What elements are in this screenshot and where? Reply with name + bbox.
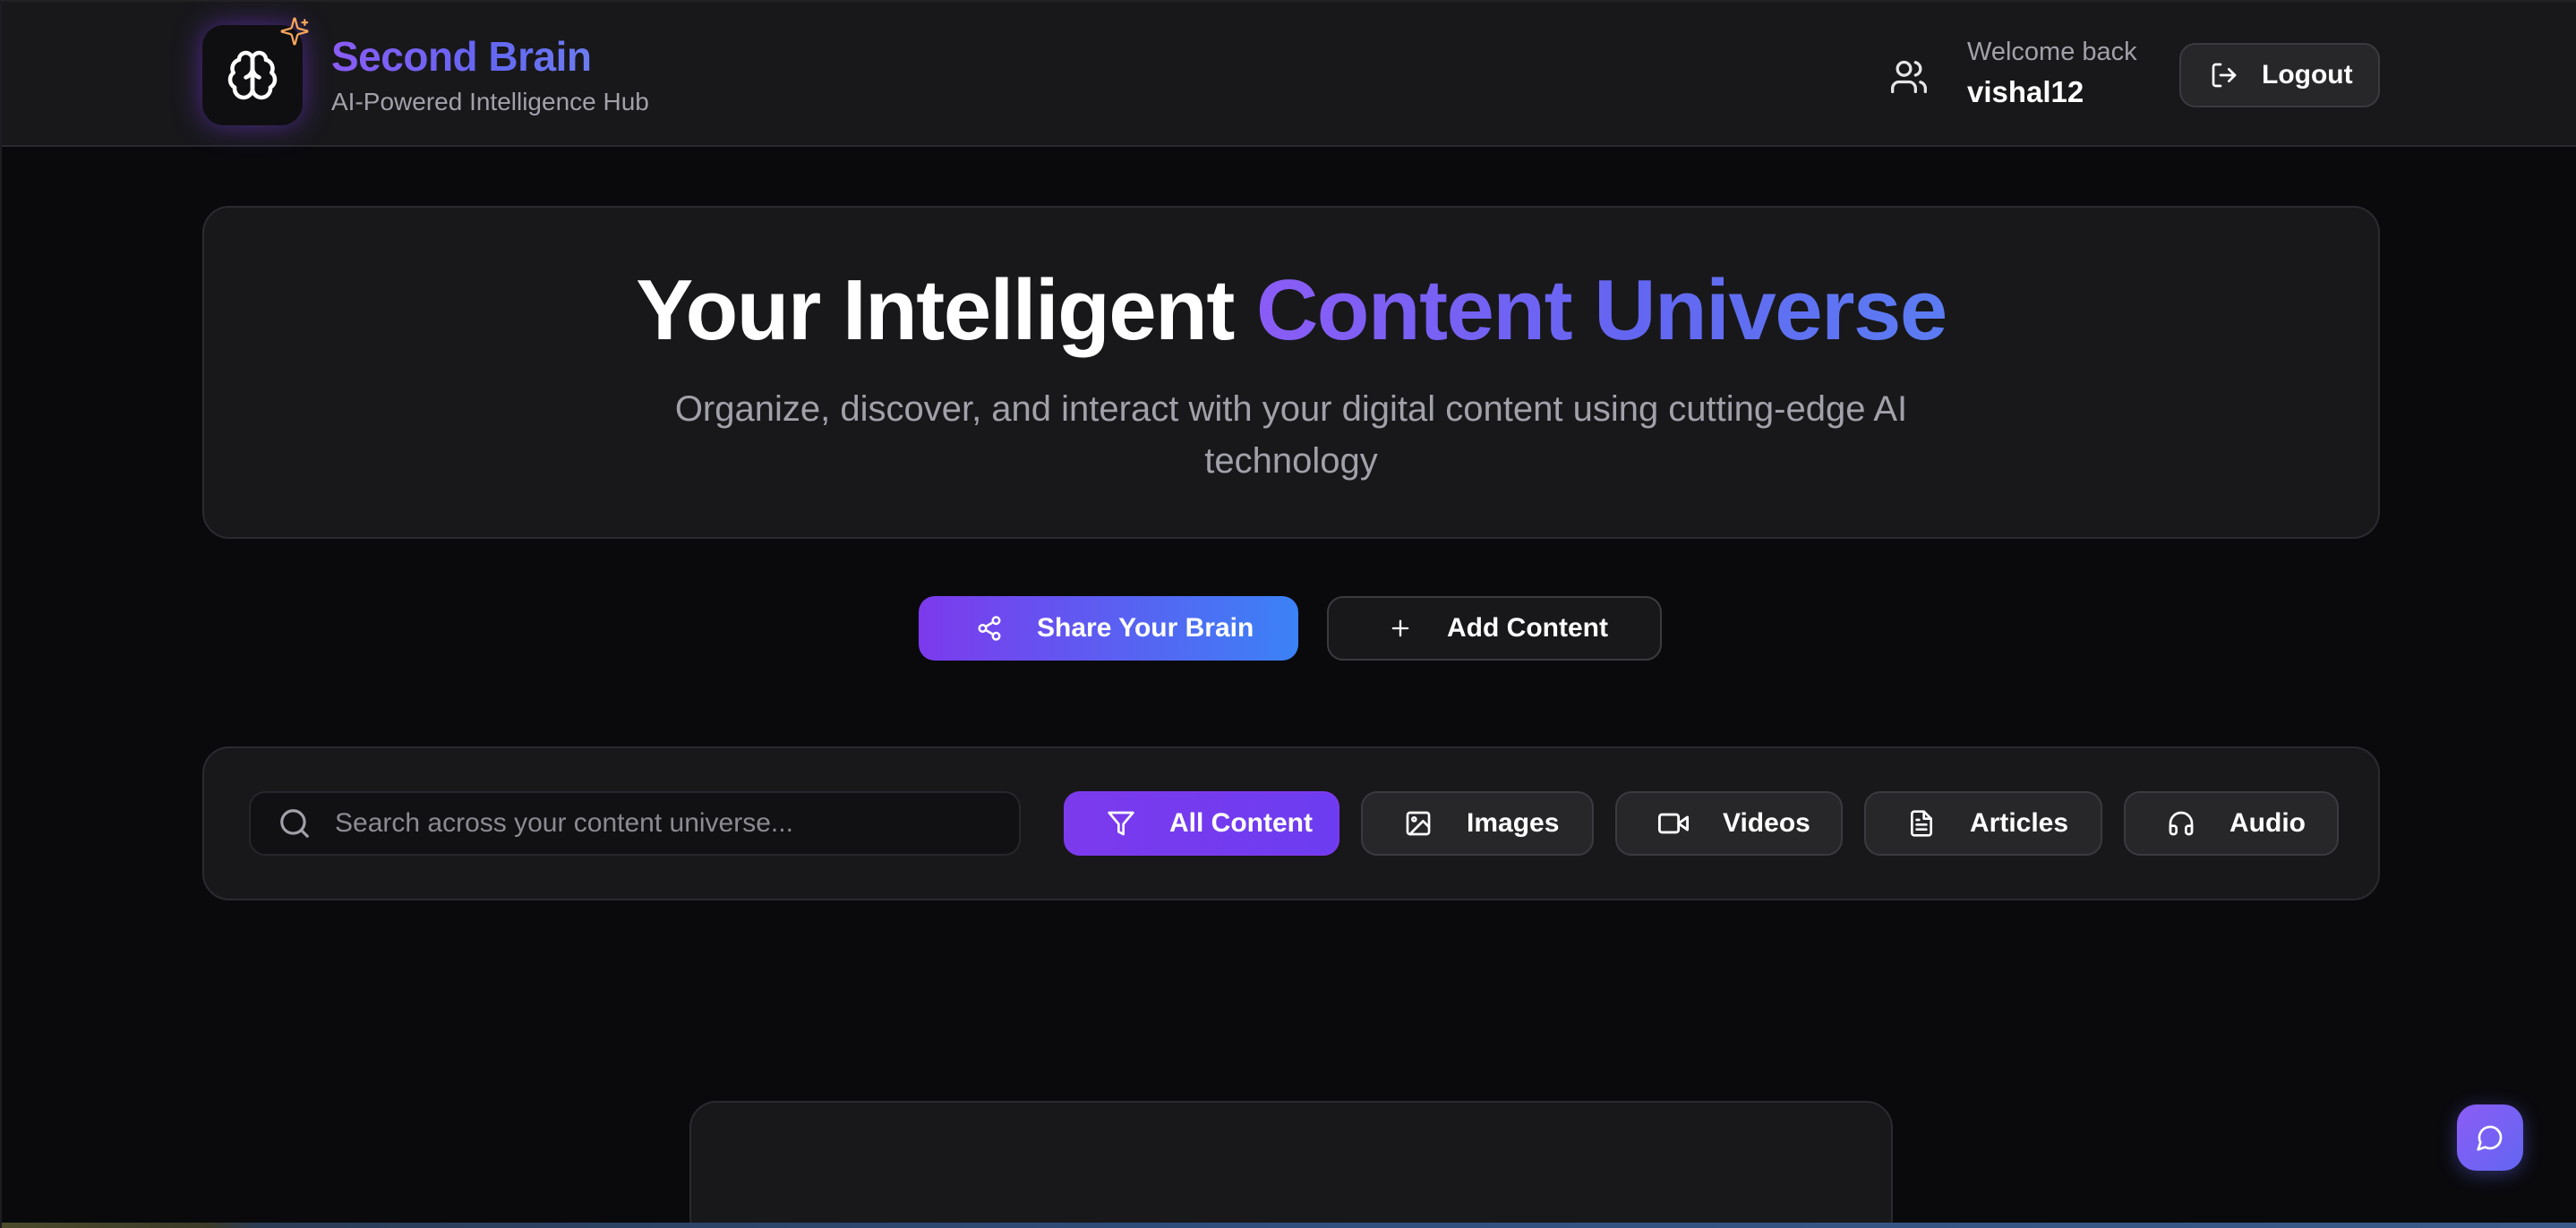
headphones-icon — [2169, 811, 2194, 836]
desktop-background-strip — [2, 1223, 2576, 1228]
welcome-text: Welcome back — [1967, 38, 2137, 66]
add-content-label: Add Content — [1447, 613, 1608, 643]
search-input[interactable] — [335, 808, 1015, 839]
filter-all-content[interactable]: All Content — [1064, 791, 1339, 856]
filter-audio[interactable]: Audio — [2124, 791, 2339, 856]
brand-subtitle: AI-Powered Intelligence Hub — [331, 88, 649, 115]
video-icon — [1658, 813, 1689, 834]
file-text-icon — [1911, 810, 1932, 837]
hero-card: Your Intelligent Content Universe Organi… — [202, 206, 2380, 539]
hero-subtitle: Organize, discover, and interact with yo… — [204, 383, 2378, 487]
chat-button[interactable] — [2457, 1104, 2523, 1171]
share-icon — [978, 616, 1001, 641]
filter-audio-label: Audio — [2229, 808, 2306, 838]
filter-videos-label: Videos — [1723, 808, 1810, 838]
search-icon — [280, 809, 309, 838]
username: vishal12 — [1967, 75, 2084, 108]
brain-icon — [227, 50, 278, 100]
users-icon — [1891, 60, 1927, 94]
hero-title: Your Intelligent Content Universe — [204, 261, 2378, 360]
hero-subtitle-line-1: Organize, discover, and interact with yo… — [674, 389, 1908, 429]
empty-state-card — [689, 1101, 1893, 1228]
filter-all-content-label: All Content — [1169, 808, 1313, 838]
plus-icon — [1391, 619, 1409, 637]
logout-button[interactable]: Logout — [2179, 43, 2380, 107]
filter-articles[interactable]: Articles — [1864, 791, 2102, 856]
image-icon — [1406, 811, 1431, 836]
top-header: Second Brain AI-Powered Intelligence Hub… — [2, 2, 2576, 147]
share-brain-label: Share Your Brain — [1037, 613, 1254, 643]
filter-bar: All Content Images Videos Articles — [202, 746, 2380, 900]
log-out-icon — [2212, 63, 2237, 88]
filter-images-label: Images — [1467, 808, 1560, 838]
share-brain-button[interactable]: Share Your Brain — [919, 596, 1298, 661]
add-content-button[interactable]: Add Content — [1327, 596, 1662, 661]
filter-icon — [1108, 811, 1134, 836]
hero-title-plain: Your Intelligent — [636, 262, 1256, 358]
logout-label: Logout — [2262, 60, 2353, 90]
message-circle-icon — [2477, 1125, 2503, 1151]
hero-subtitle-line-2: technology — [1204, 441, 1378, 481]
sparkles-icon — [280, 17, 309, 46]
filter-images[interactable]: Images — [1361, 791, 1594, 856]
brand-title: Second Brain — [331, 33, 592, 80]
page: Second Brain AI-Powered Intelligence Hub… — [0, 0, 2576, 1228]
filter-articles-label: Articles — [1970, 808, 2069, 838]
filter-videos[interactable]: Videos — [1615, 791, 1843, 856]
search-box[interactable] — [249, 791, 1021, 856]
hero-title-highlight: Content Universe — [1255, 262, 1947, 358]
